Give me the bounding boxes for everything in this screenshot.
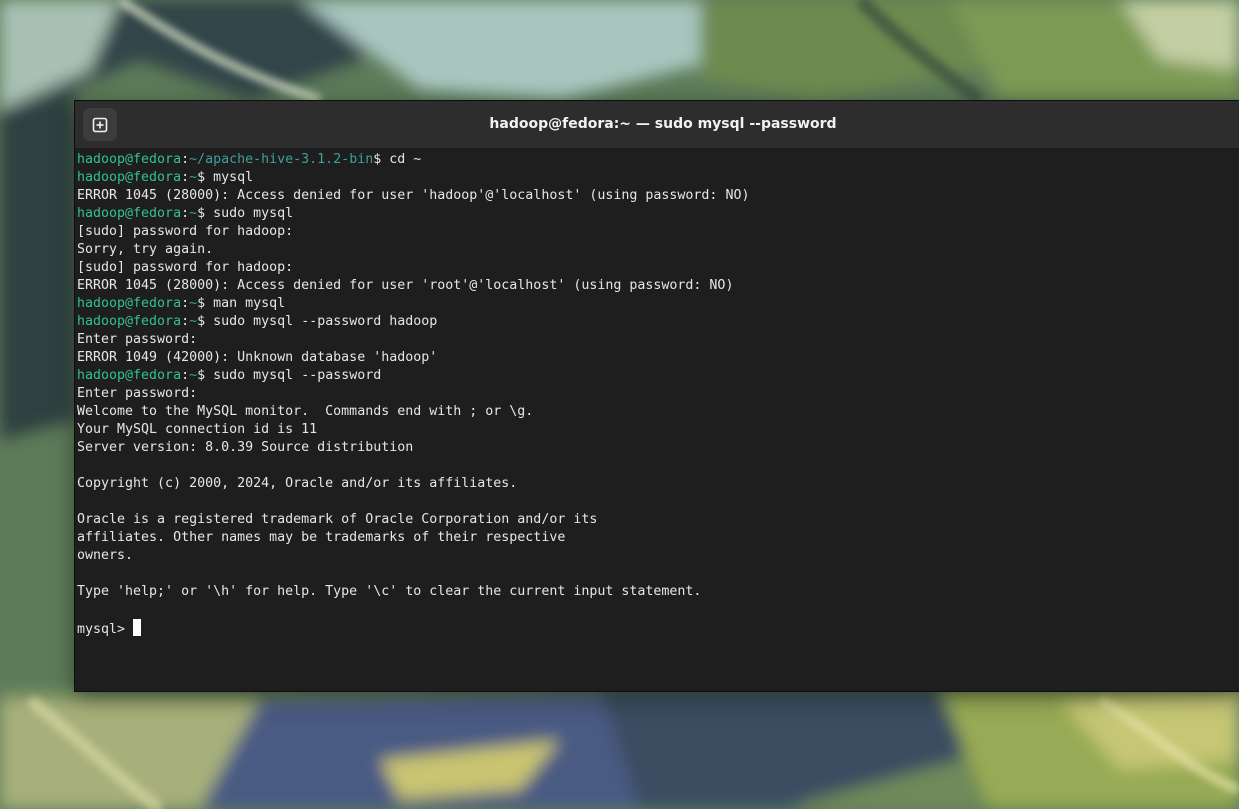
output-text: Oracle is a registered trademark of Orac… bbox=[77, 512, 598, 527]
text-cursor[interactable] bbox=[133, 619, 142, 636]
output-text: [sudo] password for hadoop: bbox=[77, 260, 294, 275]
output-line: ERROR 1045 (28000): Access denied for us… bbox=[77, 277, 1239, 295]
output-text: affiliates. Other names may be trademark… bbox=[77, 530, 566, 545]
output-text: Enter password: bbox=[77, 386, 198, 401]
output-line: ERROR 1045 (28000): Access denied for us… bbox=[77, 187, 1239, 205]
output-text: Sorry, try again. bbox=[77, 242, 214, 257]
command-text: mysql bbox=[205, 170, 254, 185]
title-bar[interactable]: hadoop@fedora:~ — sudo mysql --password bbox=[75, 101, 1239, 149]
output-text: Enter password: bbox=[77, 332, 198, 347]
prompt-path: ~/apache-hive-3.1.2-bin bbox=[189, 152, 374, 167]
prompt-dollar: $ bbox=[197, 170, 206, 185]
prompt-user-host: hadoop@fedora bbox=[77, 206, 182, 221]
output-line: Enter password: bbox=[77, 331, 1239, 349]
output-line: Your MySQL connection id is 11 bbox=[77, 421, 1239, 439]
prompt-dollar: $ bbox=[197, 368, 206, 383]
prompt-dollar: $ bbox=[197, 314, 206, 329]
prompt-dollar: $ bbox=[197, 206, 206, 221]
prompt-user-host: hadoop@fedora bbox=[77, 170, 182, 185]
prompt-colon: : bbox=[181, 170, 190, 185]
prompt-line: hadoop@fedora:~$ sudo mysql bbox=[77, 205, 1239, 223]
output-line: Sorry, try again. bbox=[77, 241, 1239, 259]
prompt-line: hadoop@fedora:~$ mysql bbox=[77, 169, 1239, 187]
output-text: Type 'help;' or '\h' for help. Type '\c'… bbox=[77, 584, 702, 599]
output-text: Your MySQL connection id is 11 bbox=[77, 422, 318, 437]
window-title: hadoop@fedora:~ — sudo mysql --password bbox=[489, 116, 837, 132]
prompt-colon: : bbox=[181, 152, 190, 167]
output-line: owners. bbox=[77, 547, 1239, 565]
command-text: sudo mysql --password hadoop bbox=[205, 314, 438, 329]
command-text: sudo mysql --password bbox=[205, 368, 382, 383]
prompt-colon: : bbox=[181, 314, 190, 329]
mysql-prompt: mysql> bbox=[77, 622, 134, 637]
output-text: [sudo] password for hadoop: bbox=[77, 224, 294, 239]
output-text: ERROR 1045 (28000): Access denied for us… bbox=[77, 188, 750, 203]
prompt-user-host: hadoop@fedora bbox=[77, 368, 182, 383]
prompt-path: ~ bbox=[189, 206, 198, 221]
prompt-user-host: hadoop@fedora bbox=[77, 152, 182, 167]
prompt-colon: : bbox=[181, 296, 190, 311]
prompt-path: ~ bbox=[189, 368, 198, 383]
output-line: Server version: 8.0.39 Source distributi… bbox=[77, 439, 1239, 457]
prompt-colon: : bbox=[181, 206, 190, 221]
command-text: man mysql bbox=[205, 296, 286, 311]
output-line: Welcome to the MySQL monitor. Commands e… bbox=[77, 403, 1239, 421]
prompt-user-host: hadoop@fedora bbox=[77, 296, 182, 311]
output-line: Copyright (c) 2000, 2024, Oracle and/or … bbox=[77, 475, 1239, 493]
output-line: Type 'help;' or '\h' for help. Type '\c'… bbox=[77, 583, 1239, 601]
prompt-user-host: hadoop@fedora bbox=[77, 314, 182, 329]
output-text: Server version: 8.0.39 Source distributi… bbox=[77, 440, 414, 455]
prompt-line: hadoop@fedora:~/apache-hive-3.1.2-bin$ c… bbox=[77, 151, 1239, 169]
output-line: [sudo] password for hadoop: bbox=[77, 259, 1239, 277]
prompt-line: hadoop@fedora:~$ man mysql bbox=[77, 295, 1239, 313]
output-line: [sudo] password for hadoop: bbox=[77, 223, 1239, 241]
command-text: sudo mysql bbox=[205, 206, 294, 221]
output-line: affiliates. Other names may be trademark… bbox=[77, 529, 1239, 547]
output-text: owners. bbox=[77, 548, 134, 563]
terminal-window[interactable]: hadoop@fedora:~ — sudo mysql --password … bbox=[75, 101, 1239, 691]
prompt-line: hadoop@fedora:~$ sudo mysql --password bbox=[77, 367, 1239, 385]
prompt-path: ~ bbox=[189, 314, 198, 329]
command-text: cd ~ bbox=[381, 152, 422, 167]
terminal-output[interactable]: hadoop@fedora:~/apache-hive-3.1.2-bin$ c… bbox=[77, 151, 1239, 691]
output-line: Enter password: bbox=[77, 385, 1239, 403]
prompt-line: hadoop@fedora:~$ sudo mysql --password h… bbox=[77, 313, 1239, 331]
prompt-path: ~ bbox=[189, 296, 198, 311]
mysql-input-line: mysql> bbox=[77, 619, 1239, 637]
output-text: Copyright (c) 2000, 2024, Oracle and/or … bbox=[77, 476, 518, 491]
output-text: ERROR 1049 (42000): Unknown database 'ha… bbox=[77, 350, 438, 365]
output-line: ERROR 1049 (42000): Unknown database 'ha… bbox=[77, 349, 1239, 367]
output-line: Oracle is a registered trademark of Orac… bbox=[77, 511, 1239, 529]
prompt-colon: : bbox=[181, 368, 190, 383]
prompt-path: ~ bbox=[189, 170, 198, 185]
output-text: Welcome to the MySQL monitor. Commands e… bbox=[77, 404, 534, 419]
output-text: ERROR 1045 (28000): Access denied for us… bbox=[77, 278, 734, 293]
prompt-dollar: $ bbox=[197, 296, 206, 311]
